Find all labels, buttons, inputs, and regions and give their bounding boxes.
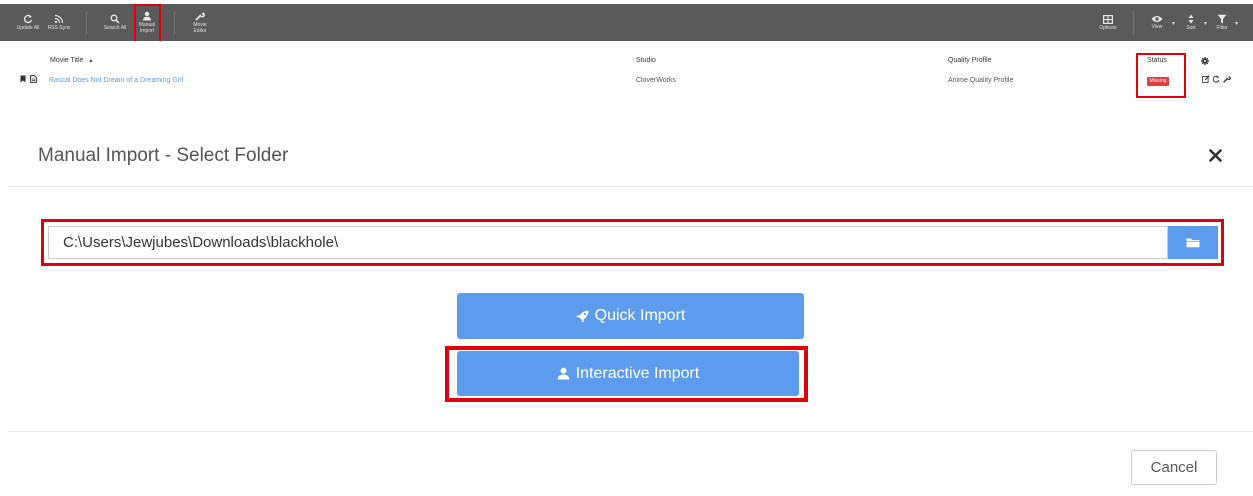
refresh-icon (24, 14, 33, 24)
wrench-icon (195, 12, 205, 21)
toolbar-separator (86, 11, 87, 35)
folder-path-input[interactable]: C:\Users\Jewjubes\Downloads\blackhole\ (48, 226, 1168, 259)
view-label: View (1151, 24, 1163, 30)
column-header-title-label: Movie Title (50, 57, 84, 64)
movie-editor-label: Movie Editor (193, 22, 207, 34)
eye-icon (1151, 16, 1163, 22)
interactive-import-label: Interactive Import (575, 364, 700, 382)
browse-folder-button[interactable] (1168, 226, 1218, 259)
movie-table: Movie Title ▲ Studio Quality Profile Sta… (0, 41, 1253, 107)
folder-icon (1186, 238, 1200, 248)
options-label: Options (1099, 24, 1117, 31)
movie-editor-button[interactable]: Movie Editor (188, 4, 212, 41)
column-header-studio[interactable]: Studio (636, 57, 656, 64)
update-all-button[interactable]: Update All (13, 4, 43, 41)
cancel-button[interactable]: Cancel (1131, 450, 1217, 485)
modal-footer-divider (8, 431, 1253, 432)
studio-cell: CloverWorks (636, 77, 676, 84)
options-button[interactable]: Options (1094, 4, 1122, 41)
view-button[interactable]: View (1145, 4, 1169, 41)
rss-sync-label: RSS Sync (47, 25, 71, 31)
path-input-highlight: C:\Users\Jewjubes\Downloads\blackhole\ (41, 219, 1224, 266)
toolbar-separator (174, 11, 175, 35)
interactive-import-button[interactable]: Interactive Import (457, 351, 799, 396)
rocket-icon (576, 310, 589, 322)
close-icon[interactable] (1205, 145, 1225, 165)
edit-icon[interactable] (1202, 75, 1210, 85)
sort-asc-icon: ▲ (88, 58, 94, 64)
table-icon (1103, 14, 1113, 24)
manual-import-modal: Manual Import - Select Folder C:\Users\J… (8, 107, 1253, 496)
quick-import-button[interactable]: Quick Import (457, 293, 804, 339)
column-header-quality[interactable]: Quality Profile (948, 57, 992, 64)
sort-icon (1188, 14, 1194, 24)
file-icon (30, 75, 37, 85)
gear-icon[interactable] (1201, 57, 1209, 67)
filter-icon (1217, 14, 1227, 24)
chevron-down-icon: ▾ (1172, 21, 1176, 27)
modal-title: Manual Import - Select Folder (38, 145, 289, 166)
chevron-down-icon: ▾ (1235, 21, 1239, 27)
quality-profile-cell: Anime Quality Profile (948, 77, 1014, 84)
rss-sync-button[interactable]: RSS Sync (44, 4, 74, 41)
sort-label: Sort (1186, 25, 1196, 31)
bookmark-icon[interactable] (20, 75, 26, 85)
refresh-icon[interactable] (1212, 75, 1220, 85)
filter-label: Filter (1216, 25, 1228, 31)
toolbar-separator (1133, 11, 1134, 35)
column-header-title[interactable]: Movie Title ▲ (50, 57, 93, 64)
search-all-button[interactable]: Search All (99, 4, 131, 41)
manual-import-highlight (134, 4, 161, 45)
sort-button[interactable]: Sort (1180, 4, 1202, 41)
user-icon (557, 367, 569, 380)
filter-button[interactable]: Filter (1212, 4, 1232, 41)
update-all-label: Update All (16, 25, 40, 31)
status-highlight (1136, 53, 1186, 98)
quick-import-label: Quick Import (594, 307, 686, 324)
toolbar: Update All RSS Sync Search All Manual Im… (0, 4, 1253, 41)
modal-header-divider (8, 186, 1253, 187)
search-icon (110, 14, 120, 24)
movie-title-link[interactable]: Rascal Does Not Dream of a Dreaming Girl (49, 77, 183, 84)
wrench-icon[interactable] (1223, 75, 1231, 85)
chevron-down-icon: ▾ (1204, 21, 1208, 27)
rss-icon (54, 14, 64, 24)
search-all-label: Search All (103, 25, 127, 31)
